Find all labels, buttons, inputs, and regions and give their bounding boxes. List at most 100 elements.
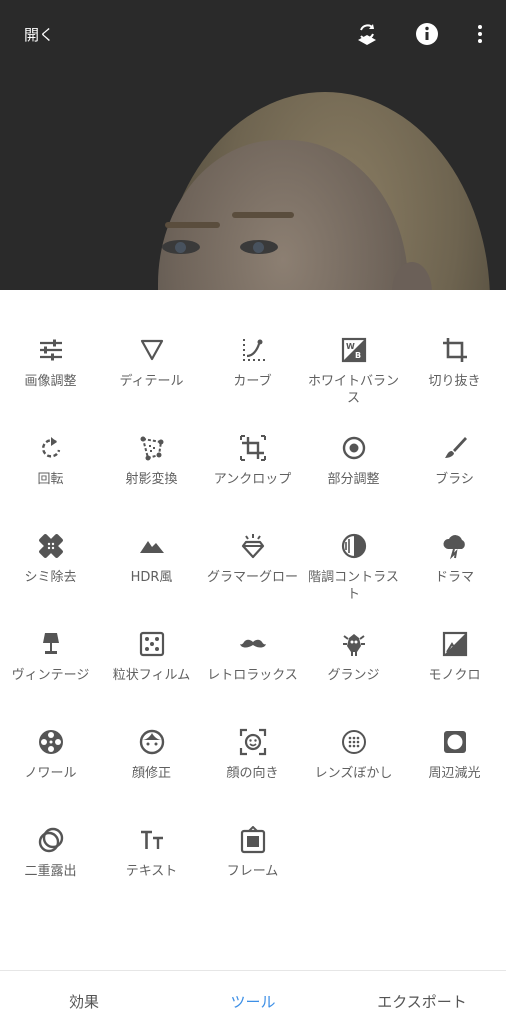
tool-label: 部分調整 bbox=[327, 472, 380, 487]
brush-icon bbox=[444, 437, 467, 458]
text-icon bbox=[140, 830, 163, 849]
tool-perspective[interactable]: 射影変換 bbox=[101, 434, 202, 524]
tool-image-adjust[interactable]: 画像調整 bbox=[0, 336, 101, 426]
tool-vintage[interactable]: ヴィンテージ bbox=[0, 630, 101, 720]
photo-eye-right bbox=[240, 240, 278, 254]
tool-details[interactable]: ディテール bbox=[101, 336, 202, 426]
mustache-icon bbox=[239, 639, 266, 648]
photo-brow-right bbox=[232, 212, 294, 218]
tool-label: ディテール bbox=[119, 374, 184, 389]
black-white-icon bbox=[442, 631, 467, 657]
face-pose-icon bbox=[239, 728, 266, 756]
tool-label: 顔の向き bbox=[226, 766, 279, 781]
photo-brow-left bbox=[165, 222, 220, 228]
tool-label: 回転 bbox=[37, 472, 64, 487]
healing-icon bbox=[38, 534, 63, 558]
tool-grunge[interactable]: グランジ bbox=[303, 630, 404, 720]
tool-label: ブラシ bbox=[435, 472, 474, 487]
tool-retrolux[interactable]: レトロラックス bbox=[202, 630, 303, 720]
frame-icon bbox=[240, 826, 265, 854]
tool-label: アンクロップ bbox=[213, 472, 292, 487]
tool-label: 画像調整 bbox=[24, 374, 77, 389]
tool-label: 周辺減光 bbox=[428, 766, 481, 781]
tool-label: HDR風 bbox=[130, 570, 173, 585]
tool-label: レンズぼかし bbox=[314, 766, 393, 781]
tool-double-exposure[interactable]: 二重露出 bbox=[0, 826, 101, 916]
vignette-icon bbox=[443, 731, 466, 753]
white-balance-icon: W B bbox=[341, 337, 366, 363]
tool-selective[interactable]: 部分調整 bbox=[303, 434, 404, 524]
film-reel-icon bbox=[38, 730, 63, 754]
lamp-icon bbox=[42, 633, 59, 654]
more-vert-icon[interactable] bbox=[466, 20, 494, 48]
diamond-glow-icon bbox=[241, 534, 264, 559]
tool-white-balance[interactable]: W B ホワイトバランス bbox=[303, 336, 404, 426]
layers-undo-icon[interactable] bbox=[353, 20, 381, 48]
top-bar: 開く bbox=[0, 0, 506, 70]
tool-label: シミ除去 bbox=[24, 570, 77, 585]
tool-label: ヴィンテージ bbox=[11, 668, 90, 683]
tool-vignette[interactable]: 周辺減光 bbox=[404, 728, 505, 818]
tool-black-white[interactable]: モノクロ bbox=[404, 630, 505, 720]
tool-label: 二重露出 bbox=[24, 864, 77, 879]
tune-sliders-icon bbox=[39, 339, 62, 361]
photo-eye-left bbox=[162, 240, 200, 254]
tool-healing[interactable]: シミ除去 bbox=[0, 532, 101, 622]
curve-icon bbox=[242, 339, 265, 361]
tool-label: ホワイトバランス bbox=[307, 374, 399, 406]
tool-tonal-contrast[interactable]: 階調コントラスト bbox=[303, 532, 404, 622]
info-icon[interactable] bbox=[413, 20, 441, 48]
tool-hdr[interactable]: HDR風 bbox=[101, 532, 202, 622]
tool-crop[interactable]: 切り抜き bbox=[404, 336, 505, 426]
tonal-contrast-icon bbox=[341, 533, 366, 559]
svg-text:B: B bbox=[355, 351, 361, 360]
lens-blur-icon bbox=[341, 730, 366, 754]
open-button[interactable]: 開く bbox=[24, 24, 54, 45]
bottom-nav: 効果 ツール エクスポート bbox=[0, 970, 506, 1025]
nav-tools-tab[interactable]: ツール bbox=[169, 991, 337, 1012]
tool-noir[interactable]: ノワール bbox=[0, 728, 101, 818]
double-exposure-icon bbox=[38, 827, 63, 853]
tool-label: グランジ bbox=[327, 668, 380, 683]
tool-text[interactable]: テキスト bbox=[101, 826, 202, 916]
crop-icon bbox=[442, 338, 467, 362]
perspective-icon bbox=[140, 436, 163, 461]
nav-looks-tab[interactable]: 効果 bbox=[0, 991, 168, 1012]
triangle-down-icon bbox=[140, 339, 163, 361]
svg-text:W: W bbox=[346, 342, 355, 351]
tool-label: グラマーグロー bbox=[206, 570, 298, 585]
drama-cloud-icon bbox=[442, 535, 465, 560]
tool-label: 階調コントラスト bbox=[308, 570, 399, 602]
tool-label: ノワール bbox=[24, 766, 77, 781]
face-icon bbox=[139, 729, 164, 755]
tool-drama[interactable]: ドラマ bbox=[404, 532, 505, 622]
tool-label: ドラマ bbox=[434, 570, 474, 585]
tool-label: モノクロ bbox=[428, 668, 481, 683]
tool-label: レトロラックス bbox=[207, 668, 298, 683]
tools-panel: 画像調整 ディテール カーブ W B ホワイトバランス 切り抜き 回転 射影変換… bbox=[0, 290, 506, 970]
tool-expand[interactable]: アンクロップ bbox=[202, 434, 303, 524]
nav-export-tab[interactable]: エクスポート bbox=[338, 991, 506, 1012]
tool-rotate[interactable]: 回転 bbox=[0, 434, 101, 524]
tool-portrait[interactable]: 顔修正 bbox=[101, 728, 202, 818]
tool-head-pose[interactable]: 顔の向き bbox=[202, 728, 303, 818]
grunge-icon bbox=[342, 634, 365, 656]
selective-icon bbox=[342, 436, 365, 460]
tool-brush[interactable]: ブラシ bbox=[404, 434, 505, 524]
tool-label: 粒状フィルム bbox=[112, 668, 191, 683]
tool-label: 顔修正 bbox=[131, 766, 171, 781]
tool-label: 切り抜き bbox=[428, 374, 481, 389]
tool-label: 射影変換 bbox=[125, 472, 178, 487]
tool-frames[interactable]: フレーム bbox=[202, 826, 303, 916]
tool-grainy-film[interactable]: 粒状フィルム bbox=[101, 630, 202, 720]
grain-dice-icon bbox=[139, 631, 164, 657]
tool-lens-blur[interactable]: レンズぼかし bbox=[303, 728, 404, 818]
tool-curves[interactable]: カーブ bbox=[202, 336, 303, 426]
mountains-icon bbox=[139, 541, 164, 553]
rotate-icon bbox=[41, 437, 60, 458]
expand-icon bbox=[239, 435, 266, 461]
tool-glamour-glow[interactable]: グラマーグロー bbox=[202, 532, 303, 622]
tool-label: フレーム bbox=[226, 864, 279, 879]
tool-label: カーブ bbox=[233, 374, 272, 389]
tool-label: テキスト bbox=[125, 864, 178, 879]
